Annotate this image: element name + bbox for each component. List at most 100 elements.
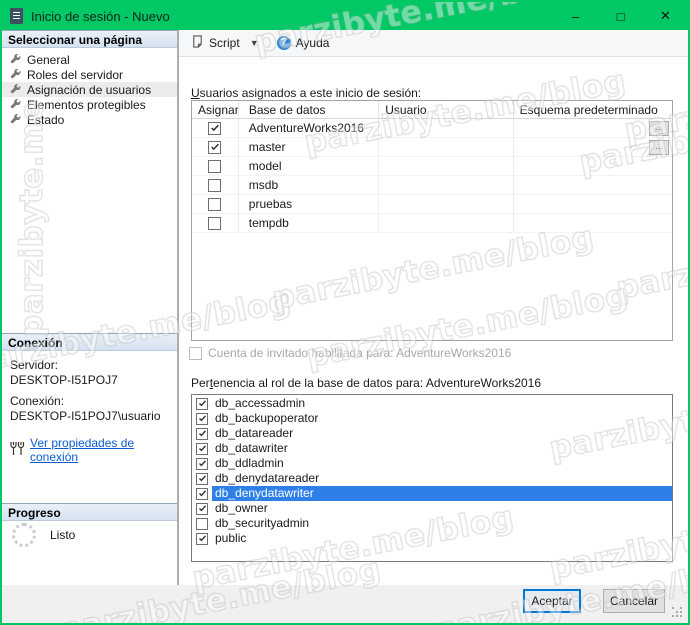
assign-checkbox[interactable] [208, 178, 222, 192]
script-button[interactable]: Script ▼ [185, 32, 265, 54]
table-row[interactable]: master ... [192, 138, 672, 157]
role-checkbox[interactable] [196, 412, 208, 425]
connection-info: Servidor: DESKTOP-I51POJ7 Conexión: DESK… [2, 351, 177, 464]
assign-checkbox[interactable] [208, 140, 222, 154]
sidebar: Seleccionar una página General Roles del… [2, 30, 178, 585]
wrench-icon [10, 99, 21, 110]
server-value: DESKTOP-I51POJ7 [10, 373, 118, 387]
column-header-usuario[interactable]: Usuario [379, 101, 514, 118]
assign-checkbox[interactable] [208, 197, 222, 211]
server-label: Servidor: [10, 358, 59, 372]
window-controls: – □ ✕ [553, 2, 688, 30]
sidebar-page-item-estado[interactable]: Estado [2, 112, 177, 127]
database-name-cell: msdb [239, 176, 380, 194]
role-name: db_owner [215, 501, 268, 515]
table-row[interactable]: AdventureWorks2016 ... [192, 119, 672, 138]
cancel-button[interactable]: Cancelar [603, 589, 665, 613]
table-row[interactable]: model ... [192, 157, 672, 176]
login-dialog-icon [10, 8, 23, 24]
table-row[interactable]: pruebas ... [192, 195, 672, 214]
role-list-item[interactable]: db_owner [192, 501, 672, 516]
role-list-item[interactable]: db_denydatawriter [192, 486, 672, 501]
column-header-asignar[interactable]: Asignar [192, 101, 239, 118]
column-header-base-de-datos[interactable]: Base de datos [239, 101, 380, 118]
assign-checkbox[interactable] [208, 216, 222, 230]
connection-properties-icon [10, 442, 25, 458]
schema-cell[interactable]: ... [514, 138, 672, 156]
role-list-item[interactable]: db_accessadmin [192, 396, 672, 411]
progress-spinner-icon [12, 523, 36, 547]
role-list-item[interactable]: db_ddladmin [192, 456, 672, 471]
sidebar-page-item-asignaci-n-de-usuarios[interactable]: Asignación de usuarios [2, 82, 177, 97]
connection-label: Conexión: [10, 394, 65, 408]
progress-status: Listo [50, 528, 76, 542]
role-checkbox[interactable] [196, 502, 208, 515]
user-cell[interactable] [379, 138, 514, 156]
role-checkbox[interactable] [196, 457, 208, 470]
assign-checkbox[interactable] [208, 121, 222, 135]
user-cell[interactable] [379, 214, 514, 232]
sidebar-page-item-elementos-protegibles[interactable]: Elementos protegibles [2, 97, 177, 112]
minimize-button[interactable]: – [553, 2, 598, 30]
view-connection-properties-link[interactable]: Ver propiedades de conexión [30, 436, 177, 464]
column-header-esquema[interactable]: Esquema predeterminado [514, 101, 672, 118]
login-new-dialog: Inicio de sesión - Nuevo – □ ✕ Seleccion… [0, 0, 690, 625]
sidebar-page-label: General [27, 52, 70, 67]
main-pane: Script ▼ ? Ayuda Usuarios asignados a es… [178, 30, 688, 585]
accept-button[interactable]: Aceptar [523, 589, 581, 613]
role-list-item[interactable]: db_denydatareader [192, 471, 672, 486]
role-checkbox[interactable] [196, 532, 208, 545]
role-checkbox[interactable] [196, 442, 208, 455]
user-cell[interactable] [379, 157, 514, 175]
role-name: public [215, 531, 247, 545]
table-row[interactable]: tempdb ... [192, 214, 672, 233]
schema-cell[interactable]: ... [514, 119, 672, 137]
assign-checkbox[interactable] [208, 159, 222, 173]
sidebar-page-label: Roles del servidor [27, 67, 124, 82]
role-checkbox[interactable] [196, 397, 208, 410]
guest-account-row: Cuenta de invitado habilitada para: Adve… [189, 346, 511, 360]
role-checkbox[interactable] [196, 517, 208, 530]
sidebar-page-label: Elementos protegibles [27, 97, 146, 112]
progress-area: Listo [2, 517, 177, 577]
maximize-button[interactable]: □ [598, 2, 643, 30]
role-name: db_datawriter [215, 441, 288, 455]
roles-listbox[interactable]: db_accessadmin db_backupoperator db_data… [191, 394, 673, 562]
role-name: db_securityadmin [215, 516, 310, 530]
schema-cell[interactable]: ... [514, 176, 672, 194]
browse-button[interactable]: ... [649, 139, 669, 155]
page-list: General Roles del servidor Asignación de… [2, 52, 177, 127]
roles-membership-label: Pertenencia al rol de la base de datos p… [191, 376, 542, 390]
database-name-cell: master [239, 138, 380, 156]
user-cell[interactable] [379, 195, 514, 213]
close-button[interactable]: ✕ [643, 2, 688, 30]
role-list-item[interactable]: db_datareader [192, 426, 672, 441]
user-cell[interactable] [379, 176, 514, 194]
role-list-item[interactable]: db_backupoperator [192, 411, 672, 426]
sidebar-page-label: Estado [27, 112, 65, 127]
resize-grip[interactable] [672, 607, 674, 609]
table-row[interactable]: msdb ... [192, 176, 672, 195]
role-name: db_backupoperator [215, 411, 319, 425]
role-list-item[interactable]: db_datawriter [192, 441, 672, 456]
script-label: Script [209, 36, 240, 50]
titlebar[interactable]: Inicio de sesión - Nuevo – □ ✕ [2, 2, 688, 30]
schema-cell[interactable]: ... [514, 157, 672, 175]
role-list-item[interactable]: public [192, 531, 672, 546]
browse-button[interactable]: ... [649, 120, 669, 136]
schema-cell[interactable]: ... [514, 195, 672, 213]
help-button[interactable]: ? Ayuda [271, 32, 336, 54]
role-checkbox[interactable] [196, 487, 208, 500]
guest-account-checkbox [189, 346, 202, 360]
sidebar-page-item-roles-del-servidor[interactable]: Roles del servidor [2, 67, 177, 82]
chevron-down-icon[interactable]: ▼ [250, 38, 259, 48]
connection-value: DESKTOP-I51POJ7\usuario [10, 409, 161, 423]
user-cell[interactable] [379, 119, 514, 137]
schema-cell[interactable]: ... [514, 214, 672, 232]
role-list-item[interactable]: db_securityadmin [192, 516, 672, 531]
wrench-icon [10, 69, 21, 80]
role-checkbox[interactable] [196, 472, 208, 485]
sidebar-page-item-general[interactable]: General [2, 52, 177, 67]
role-checkbox[interactable] [196, 427, 208, 440]
help-icon: ? [276, 36, 291, 50]
